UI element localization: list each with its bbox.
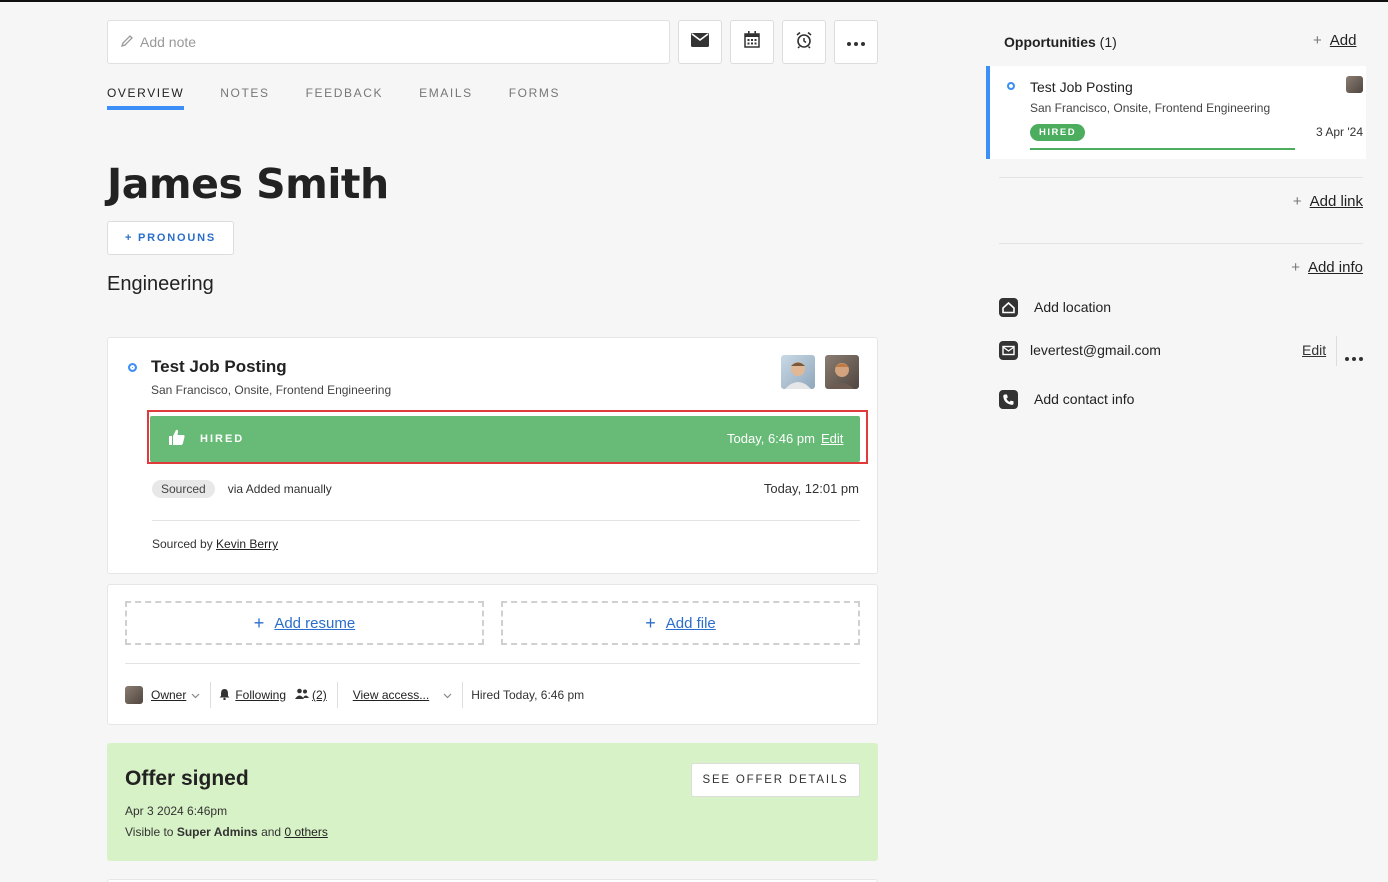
- owner-avatar: [125, 686, 143, 704]
- visibility-prefix: Visible to: [125, 825, 174, 839]
- chevron-down-icon[interactable]: [191, 688, 200, 702]
- tab-overview[interactable]: OVERVIEW: [107, 86, 185, 110]
- add-info-label: Add info: [1307, 259, 1363, 276]
- source-row: Sourced via Added manually: [152, 480, 332, 498]
- pencil-icon: [120, 34, 140, 51]
- offer-date: Apr 3 2024 6:46pm: [125, 804, 228, 818]
- tab-emails[interactable]: EMAILS: [419, 86, 473, 110]
- opportunity-subtitle: San Francisco, Onsite, Frontend Engineer…: [151, 383, 392, 397]
- opportunities-count: (1): [1099, 34, 1117, 50]
- divider: [152, 520, 860, 521]
- alarm-clock-icon: [795, 31, 813, 54]
- hired-status: Hired Today, 6:46 pm: [471, 688, 585, 702]
- source-time: Today, 12:01 pm: [763, 481, 859, 496]
- plus-icon: +: [645, 612, 656, 633]
- sourced-by-prefix: Sourced by: [152, 537, 213, 551]
- plus-icon: +: [253, 612, 265, 633]
- followers-count[interactable]: (2): [312, 688, 327, 702]
- divider: [125, 663, 860, 664]
- tab-notes[interactable]: NOTES: [220, 86, 269, 110]
- candidate-name: James Smith: [107, 160, 389, 208]
- add-opportunity-button[interactable]: + Add: [1313, 32, 1356, 49]
- opportunities-header: Opportunities (1): [1004, 34, 1117, 50]
- add-opportunity-label: Add: [1329, 32, 1357, 49]
- stage-dot-icon: [128, 363, 137, 372]
- tab-feedback[interactable]: FEEDBACK: [306, 86, 383, 110]
- visibility-others-link[interactable]: 0 others: [284, 825, 327, 839]
- schedule-button[interactable]: [730, 20, 774, 64]
- plus-icon: +: [1292, 193, 1302, 210]
- see-offer-details-button[interactable]: SEE OFFER DETAILS: [691, 763, 860, 797]
- sourced-pill: Sourced: [152, 480, 215, 498]
- highlight-box: [147, 410, 868, 464]
- envelope-icon: [691, 32, 709, 52]
- add-info-button[interactable]: + Add info: [1291, 259, 1363, 276]
- add-resume-label: Add resume: [274, 614, 356, 632]
- following-toggle[interactable]: Following: [235, 688, 286, 702]
- avatar[interactable]: [825, 355, 859, 389]
- add-note-placeholder: Add note: [140, 34, 197, 50]
- opportunities-title: Opportunities: [1004, 34, 1096, 50]
- offer-card: [107, 743, 878, 861]
- email-icon: [999, 341, 1018, 365]
- candidate-headline: Engineering: [107, 273, 214, 295]
- more-dots-icon: [847, 33, 865, 51]
- stage-dot-icon: [1007, 82, 1015, 90]
- location-icon: [999, 298, 1018, 322]
- sidebar-opp-subtitle: San Francisco, Onsite, Frontend Engineer…: [1030, 101, 1271, 115]
- calendar-icon: [744, 31, 760, 53]
- add-pronouns-button[interactable]: + PRONOUNS: [107, 221, 234, 255]
- more-actions-button[interactable]: [834, 20, 878, 64]
- chevron-down-icon[interactable]: [443, 688, 452, 702]
- avatar: [1346, 76, 1363, 93]
- sidebar-opp-title: Test Job Posting: [1030, 79, 1133, 95]
- plus-icon: +: [1313, 32, 1322, 49]
- offer-visibility: Visible to Super Admins and 0 others: [125, 825, 328, 839]
- add-file-label: Add file: [665, 614, 716, 632]
- email-edit-link[interactable]: Edit: [1302, 342, 1326, 358]
- followers-icon: [295, 688, 310, 702]
- add-link-button[interactable]: + Add link: [1293, 193, 1363, 210]
- divider: [462, 682, 464, 708]
- add-location-link[interactable]: Add location: [1034, 299, 1111, 315]
- add-link-label: Add link: [1309, 193, 1363, 210]
- email-address[interactable]: levertest@gmail.com: [1030, 342, 1161, 358]
- plus-icon: +: [1291, 259, 1300, 276]
- divider: [1336, 336, 1337, 366]
- bell-icon: [219, 688, 230, 703]
- meta-row: Owner Following (2) View access... Hired…: [125, 682, 585, 708]
- more-dots-icon[interactable]: [1345, 348, 1363, 366]
- progress-line: [1030, 148, 1295, 150]
- add-resume-button[interactable]: + Add resume: [125, 601, 484, 645]
- divider: [336, 682, 338, 708]
- view-access-dropdown[interactable]: View access...: [353, 688, 429, 702]
- divider: [999, 243, 1363, 244]
- phone-icon: [999, 390, 1018, 414]
- add-contact-info-link[interactable]: Add contact info: [1034, 391, 1134, 407]
- divider: [210, 682, 212, 708]
- email-button[interactable]: [678, 20, 722, 64]
- opportunity-title[interactable]: Test Job Posting: [151, 357, 287, 377]
- sourced-by-link[interactable]: Kevin Berry: [216, 537, 278, 551]
- visibility-and: and: [261, 825, 282, 839]
- divider: [999, 177, 1363, 178]
- sidebar-stage-badge: HIRED: [1030, 124, 1086, 141]
- add-note-input[interactable]: Add note: [107, 20, 670, 64]
- add-file-button[interactable]: + Add file: [501, 601, 860, 645]
- sidebar-opp-date: 3 Apr '24: [1316, 125, 1363, 139]
- reminder-button[interactable]: [782, 20, 826, 64]
- tab-forms[interactable]: FORMS: [509, 86, 560, 110]
- visibility-group: Super Admins: [176, 825, 258, 839]
- source-via: via Added manually: [227, 482, 332, 496]
- owner-dropdown[interactable]: Owner: [151, 688, 186, 702]
- sourced-by: Sourced by Kevin Berry: [152, 537, 278, 551]
- profile-tabs: OVERVIEW NOTES FEEDBACK EMAILS FORMS: [107, 86, 596, 110]
- avatar[interactable]: [781, 355, 815, 389]
- offer-title: Offer signed: [125, 767, 249, 790]
